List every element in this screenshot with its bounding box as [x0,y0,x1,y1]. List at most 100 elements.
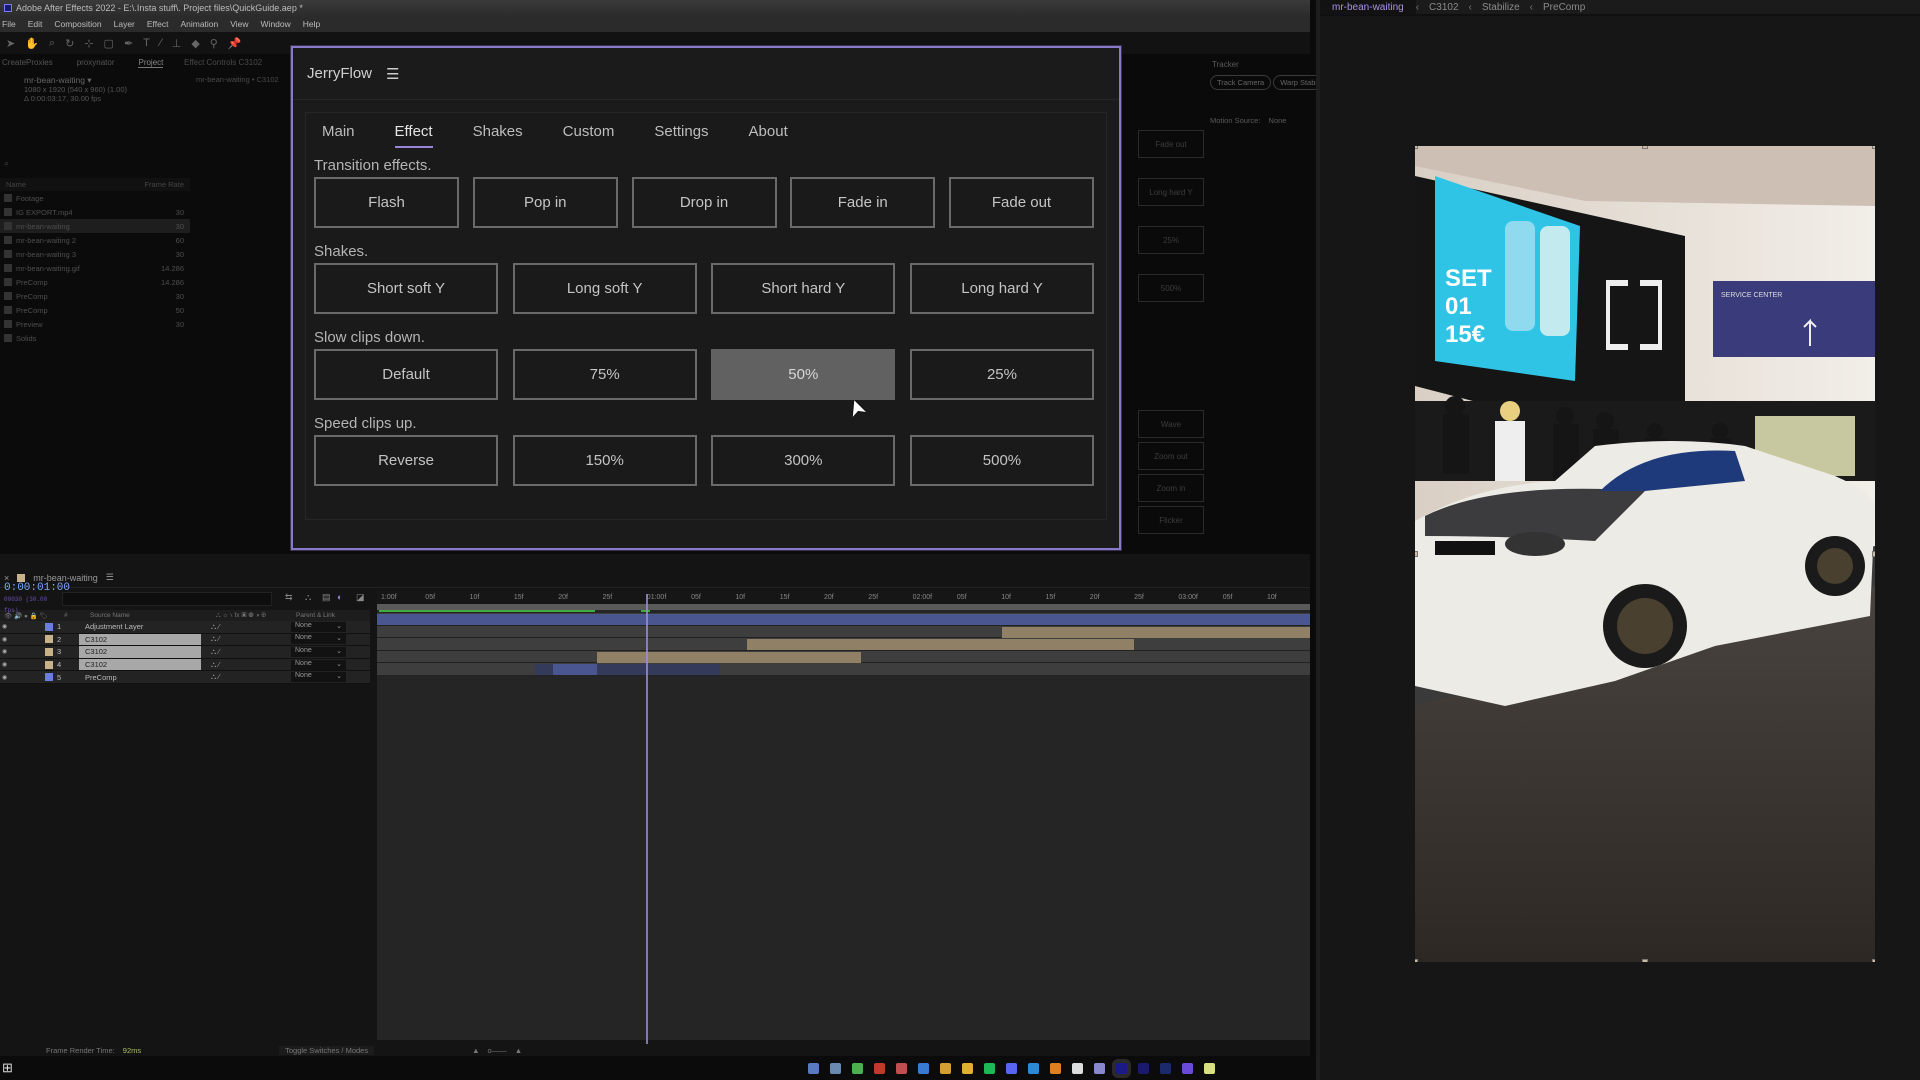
shy-layers-icon[interactable]: ⛬ [305,592,311,603]
premiere-icon[interactable] [1138,1062,1150,1074]
project-item[interactable]: Preview 30 [0,317,190,331]
current-time[interactable]: 0:00:01:00 00030 (30.00 fps) [0,582,70,616]
label-color-swatch[interactable] [45,673,53,682]
75-percent-button[interactable]: 75% [512,349,697,400]
shy-switch-icon[interactable]: ⛬ ⁄ [211,647,220,657]
notepad-icon[interactable] [1204,1062,1216,1074]
transform-handle[interactable] [1642,146,1648,149]
eye-icon[interactable]: ◉ [2,674,7,681]
rotate-tool-icon[interactable]: ↻ [65,37,74,50]
parent-dropdown[interactable]: None ⌄ [291,621,346,632]
rectangle-tool-icon[interactable]: ▢ [104,37,114,50]
300-percent-button[interactable]: 300% [711,435,896,486]
brush-tool-icon[interactable]: ⁄ [160,37,162,49]
drop-in-button[interactable]: Drop in [631,177,777,228]
project-item[interactable]: Footage [0,191,190,205]
project-item[interactable]: Solids [0,331,190,345]
long-hard-y-button[interactable]: Long hard Y [909,263,1094,314]
composition-preview[interactable]: SET 01 15€ SERVICE CENTER [1415,146,1875,962]
type-tool-icon[interactable]: T [143,37,150,49]
menu-composition[interactable]: Composition [54,19,101,29]
app-1-icon[interactable] [808,1062,820,1074]
roto-brush-tool-icon[interactable]: ⚲ [210,37,218,50]
obs-icon[interactable] [1094,1062,1106,1074]
menu-view[interactable]: View [230,19,248,29]
app-blue-icon[interactable] [896,1062,908,1074]
project-item[interactable]: mr-bean-waiting 2 60 [0,233,190,247]
tab-about[interactable]: About [749,123,788,148]
breadcrumb-item[interactable]: C3102 [1419,2,1468,13]
project-item[interactable]: mr-bean-waiting 30 [0,219,190,233]
project-search-icon[interactable]: ⌕ [4,158,9,169]
anchor-tool-icon[interactable]: ⊹ [84,37,93,50]
pen-tool-icon[interactable]: ✒ [124,37,133,50]
menu-file[interactable]: File [2,19,16,29]
layer-name[interactable]: C3102 [79,646,201,658]
photoshop-icon[interactable] [1160,1062,1172,1074]
layer-name[interactable]: C3102 [79,633,201,646]
layer-row[interactable]: ◉ 3 C3102 ⛬ ⁄ None ⌄ [0,646,370,659]
panel-menu-icon[interactable]: ☰ [106,572,114,583]
timecode-value[interactable]: 0:00:01:00 [4,582,70,594]
time-ruler[interactable]: 1:00f 05f 10f 15f 20f 25f 01:00f 05f 10f 15f 20f 25… [377,590,1310,610]
parent-dropdown[interactable]: None ⌄ [291,659,346,670]
transform-handle[interactable] [1872,551,1875,557]
menu-effect[interactable]: Effect [147,19,169,29]
frame-blending-icon[interactable]: ▤ [322,592,331,603]
label-color-swatch[interactable] [45,647,53,656]
layer-row[interactable]: ◉ 5 PreComp ⛬ ⁄ None ⌄ [0,671,370,684]
zoom-slider[interactable]: o—— [488,1046,507,1055]
short-soft-y-button[interactable]: Short soft Y [314,263,498,314]
zoom-in-icon[interactable]: ▲ [515,1046,522,1055]
spotify-icon[interactable] [984,1062,996,1074]
transform-handle[interactable] [1415,959,1418,962]
tab-proxynator[interactable]: proxynator [77,58,115,68]
project-item[interactable]: PreComp 30 [0,289,190,303]
chrome-icon[interactable] [962,1062,974,1074]
layer-duration-bar[interactable] [553,664,598,676]
breadcrumb-item[interactable]: Stabilize [1472,2,1530,13]
layer-name[interactable]: C3102 [79,658,201,671]
default-button[interactable]: Default [314,349,498,400]
shy-switch-icon[interactable]: ⛬ ⁄ [211,660,220,670]
effect-controls-tab[interactable]: Effect Controls C3102 [180,54,290,67]
zoom-out-icon[interactable]: ▲ [472,1046,479,1055]
eye-icon[interactable]: ◉ [2,623,7,630]
shy-switch-icon[interactable]: ⛬ ⁄ [211,622,220,632]
protonvpn-icon[interactable] [1182,1062,1194,1074]
short-hard-y-button[interactable]: Short hard Y [711,263,896,314]
eye-icon[interactable]: ◉ [2,661,7,668]
tab-custom[interactable]: Custom [563,123,615,148]
menu-window[interactable]: Window [261,19,291,29]
label-color-swatch[interactable] [45,635,53,644]
timeline-tab[interactable]: × mr-bean-waiting ☰ [0,568,1310,588]
source-name-header[interactable]: Source Name [78,612,216,619]
hamburger-icon[interactable]: ☰ [386,65,399,83]
50-percent-button[interactable]: 50% [711,349,896,400]
layer-row[interactable]: ◉ 4 C3102 ⛬ ⁄ None ⌄ [0,658,370,672]
column-frame-rate[interactable]: Frame Rate [144,180,184,189]
150-percent-button[interactable]: 150% [512,435,697,486]
menu-help[interactable]: Help [303,19,320,29]
layer-row[interactable]: ◉ 1 Adjustment Layer ⛬ ⁄ None ⌄ [0,621,370,634]
menu-layer[interactable]: Layer [114,19,135,29]
motion-blur-icon[interactable]: ◐ [337,592,342,602]
transform-handle[interactable] [1872,146,1875,149]
500-percent-button[interactable]: 500% [909,435,1094,486]
long-soft-y-button[interactable]: Long soft Y [512,263,697,314]
tab-main[interactable]: Main [322,123,355,148]
clone-stamp-tool-icon[interactable]: ⊥ [172,37,182,50]
composition-flowchart-icon[interactable]: ⇆ [285,592,293,603]
app-mono-icon[interactable] [1072,1062,1084,1074]
toggle-switches-modes-button[interactable]: Toggle Switches / Modes [279,1045,375,1055]
tab-project[interactable]: Project [138,58,164,68]
fade-in-button[interactable]: Fade in [790,177,936,228]
pop-in-button[interactable]: Pop in [472,177,618,228]
playhead[interactable] [646,594,648,1044]
25-percent-button[interactable]: 25% [909,349,1094,400]
project-item[interactable]: PreComp 14.286 [0,275,190,289]
project-item[interactable]: mr-bean-waiting 3 30 [0,247,190,261]
parent-dropdown[interactable]: None ⌄ [291,672,346,683]
selection-tool-icon[interactable]: ➤ [6,37,15,50]
motion-source-value[interactable]: None [1269,116,1287,125]
